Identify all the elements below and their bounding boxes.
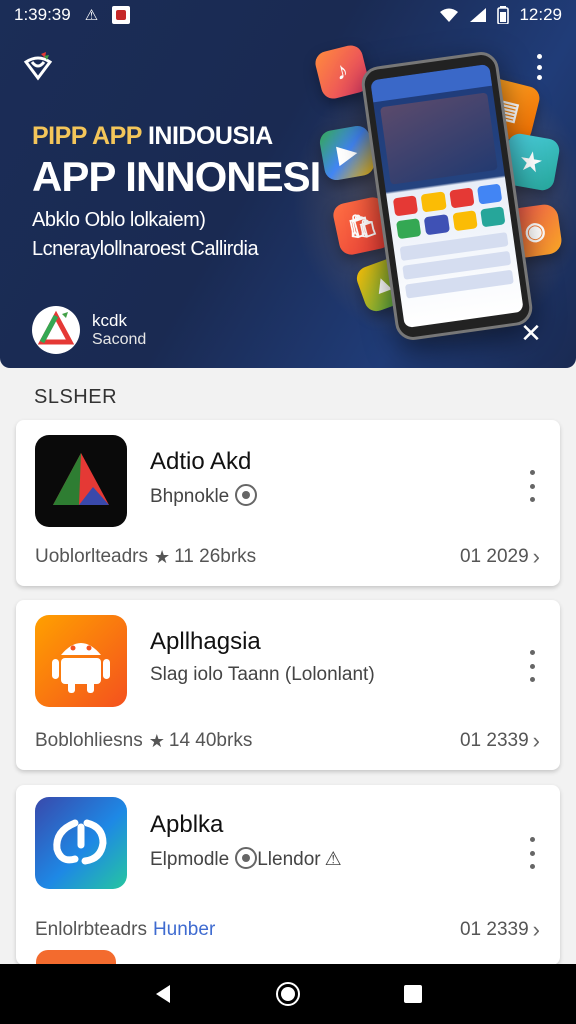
date-link[interactable]: 01 2339 › bbox=[460, 728, 540, 754]
battery-icon bbox=[497, 6, 510, 24]
banner-text: PIPP APP INIDOUSIA APP INNONESI Abklo Ob… bbox=[32, 122, 332, 261]
app-name: Apblka bbox=[150, 811, 224, 838]
rating-text: 11 26brks bbox=[174, 546, 257, 567]
app-notification-icon bbox=[112, 6, 131, 24]
promo-banner[interactable]: 1:39:39 ⚠ 12:29 PIPP APP INIDOUSIA APP I… bbox=[0, 0, 576, 368]
banner-subline-1: Abklo Oblo lolkaiem) bbox=[32, 209, 206, 231]
app-card[interactable]: Apblka Elpmodle Llendor ⚠ Enlolrbteadrs Hu… bbox=[16, 785, 560, 965]
signal-icon bbox=[470, 8, 487, 22]
verified-badge-icon bbox=[235, 484, 258, 506]
app-card[interactable]: Apllhagsia Slag iolo Taann (Lolonlant) B… bbox=[16, 600, 560, 770]
app-name: Adtio Akd bbox=[150, 448, 252, 475]
app-icon bbox=[35, 435, 127, 527]
chevron-right-icon: › bbox=[532, 728, 540, 753]
card-more-icon[interactable] bbox=[522, 650, 542, 682]
warning-icon: ⚠ bbox=[324, 849, 342, 870]
card-more-icon[interactable] bbox=[522, 837, 542, 869]
app-name: Apllhagsia bbox=[150, 628, 261, 655]
card-footer: Uoblorlteadrs ★ 11 26brks 01 2029 › bbox=[35, 544, 540, 570]
promo-app[interactable]: kcdk Sacond bbox=[32, 306, 146, 354]
system-nav-bar bbox=[0, 964, 576, 1024]
card-more-icon[interactable] bbox=[522, 470, 542, 502]
meta-label: Boblohliesns bbox=[35, 730, 143, 751]
wifi-icon bbox=[440, 8, 459, 22]
app-developer[interactable]: Bhpnokle bbox=[150, 484, 258, 508]
rating-text: 14 40brks bbox=[168, 730, 253, 751]
banner-kicker: PIPP APP INIDOUSIA bbox=[32, 122, 273, 150]
banner-headline: APP INNONESI bbox=[32, 153, 321, 200]
section-title: SLSHER bbox=[34, 386, 118, 408]
close-icon[interactable]: ✕ bbox=[516, 318, 546, 348]
home-icon[interactable] bbox=[274, 980, 302, 1008]
card-footer: Enlolrbteadrs Hunber 01 2339 › bbox=[35, 917, 540, 943]
developer-link[interactable]: Hunber bbox=[153, 919, 215, 941]
chevron-right-icon: › bbox=[532, 544, 540, 569]
promo-app-name: kcdk bbox=[92, 310, 127, 330]
card-footer: Boblohliesns ★ 14 40brks 01 2339 › bbox=[35, 728, 540, 754]
app-icon bbox=[35, 797, 127, 889]
meta-label: Enlolrbteadrs bbox=[35, 919, 147, 940]
store-logo-icon[interactable] bbox=[22, 50, 54, 82]
date-link[interactable]: 01 2029 › bbox=[460, 544, 540, 570]
promo-app-subtitle: Sacond bbox=[92, 331, 147, 349]
verified-badge-icon bbox=[235, 847, 258, 869]
warning-icon: ⚠ bbox=[84, 6, 99, 24]
promo-app-icon bbox=[32, 306, 80, 354]
star-icon: ★ bbox=[148, 730, 165, 751]
date-link[interactable]: 01 2339 › bbox=[460, 917, 540, 943]
app-icon bbox=[35, 615, 127, 707]
banner-more-icon[interactable] bbox=[528, 52, 550, 82]
star-icon: ★ bbox=[154, 546, 171, 567]
back-icon[interactable] bbox=[149, 980, 177, 1008]
meta-label: Uoblorlteadrs bbox=[35, 546, 148, 567]
status-time-left: 1:39:39 bbox=[14, 5, 71, 24]
banner-subline-2: Lcneraylollnaroest Callirdia bbox=[32, 238, 259, 260]
app-developer[interactable]: Slag iolo Taann (Lolonlant) bbox=[150, 664, 375, 686]
chevron-right-icon: › bbox=[532, 917, 540, 942]
recents-icon[interactable] bbox=[399, 980, 427, 1008]
app-card[interactable]: Adtio Akd Bhpnokle Uoblorlteadrs ★ 11 26… bbox=[16, 420, 560, 586]
status-time-right: 12:29 bbox=[519, 5, 562, 24]
app-developer[interactable]: Elpmodle Llendor ⚠ bbox=[150, 847, 342, 871]
status-bar: 1:39:39 ⚠ 12:29 bbox=[0, 0, 576, 30]
